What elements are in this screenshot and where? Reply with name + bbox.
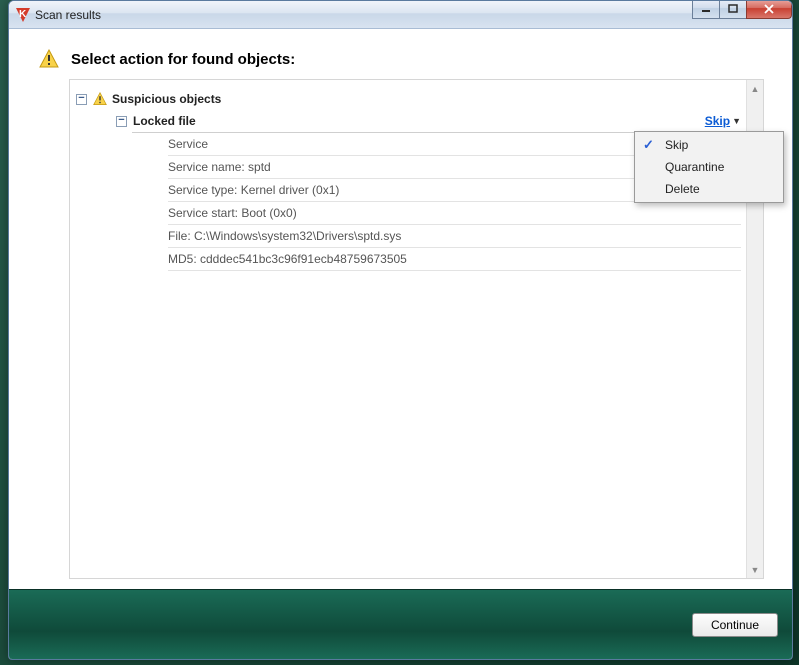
menu-item-label: Delete xyxy=(665,182,700,196)
scan-results-window: K Scan results Select action for found o… xyxy=(8,0,793,660)
footer: Continue xyxy=(9,589,792,659)
collapse-toggle[interactable]: − xyxy=(116,116,127,127)
window-controls xyxy=(693,0,792,19)
warning-icon xyxy=(93,92,107,106)
window-title: Scan results xyxy=(35,8,101,22)
action-context-menu: ✓ Skip Quarantine Delete xyxy=(634,131,784,203)
group-label: Suspicious objects xyxy=(112,92,221,106)
warning-icon xyxy=(39,49,59,69)
group-suspicious-objects[interactable]: − Suspicious objects xyxy=(76,90,741,108)
checkmark-icon: ✓ xyxy=(643,137,654,153)
item-label: Locked file xyxy=(133,114,705,128)
collapse-toggle[interactable]: − xyxy=(76,94,87,105)
svg-text:K: K xyxy=(19,9,27,20)
action-link-skip[interactable]: Skip xyxy=(705,114,730,128)
continue-button[interactable]: Continue xyxy=(692,613,778,637)
menu-item-delete[interactable]: Delete xyxy=(637,178,781,200)
content-header: Select action for found objects: xyxy=(9,29,792,79)
page-heading: Select action for found objects: xyxy=(71,51,295,68)
detail-row: MD5: cdddec541bc3c96f91ecb48759673505 xyxy=(168,248,741,271)
titlebar[interactable]: K Scan results xyxy=(9,1,792,29)
detail-row: Service start: Boot (0x0) xyxy=(168,202,741,225)
minimize-button[interactable] xyxy=(692,0,720,19)
scroll-down-button[interactable]: ▼ xyxy=(747,561,763,578)
dropdown-arrow-icon[interactable]: ▼ xyxy=(732,116,741,126)
maximize-button[interactable] xyxy=(719,0,747,19)
app-icon: K xyxy=(15,7,31,23)
close-button[interactable] xyxy=(746,0,792,19)
detail-row: File: C:\Windows\system32\Drivers\sptd.s… xyxy=(168,225,741,248)
item-locked-file[interactable]: − Locked file Skip ▼ xyxy=(116,114,741,128)
menu-item-quarantine[interactable]: Quarantine xyxy=(637,156,781,178)
menu-item-label: Skip xyxy=(665,138,688,152)
menu-item-skip[interactable]: ✓ Skip xyxy=(637,134,781,156)
scroll-up-button[interactable]: ▲ xyxy=(747,80,763,97)
menu-item-label: Quarantine xyxy=(665,160,724,174)
